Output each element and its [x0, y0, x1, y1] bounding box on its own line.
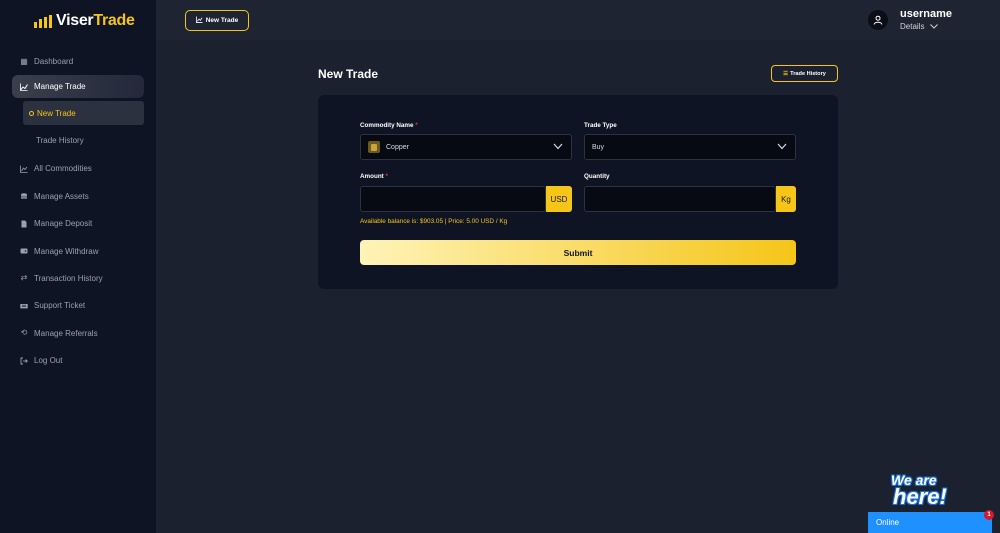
exchange-icon: ⇄	[20, 273, 28, 283]
sidebar-item-label: All Commodities	[34, 164, 92, 174]
sidebar: ViserTrade ▦ Dashboard Manage Trade New …	[0, 0, 156, 533]
circle-icon	[29, 110, 34, 116]
sidebar-item-label: Manage Deposit	[34, 219, 93, 229]
trade-type-selected-value: Buy	[592, 143, 605, 151]
amount-label: Amount *	[360, 173, 388, 180]
logout-icon	[20, 357, 28, 365]
quantity-input[interactable]	[584, 186, 776, 212]
sidebar-item-label: Dashboard	[34, 57, 74, 66]
brand-name-part2: Trade	[93, 12, 135, 29]
repeat-icon: ⟲	[20, 328, 28, 338]
grid-icon: ▦	[20, 56, 28, 66]
logo-bars-icon	[34, 14, 52, 28]
sidebar-item-label: Manage Trade	[34, 82, 86, 92]
trade-history-label: Trade History	[790, 70, 826, 77]
submit-button[interactable]: Submit	[360, 240, 796, 265]
chat-badge[interactable]: We are here!	[887, 472, 967, 512]
amount-input[interactable]	[360, 186, 546, 212]
commodity-select[interactable]: Copper	[360, 134, 572, 160]
trade-form-card: Commodity Name * Copper Trade Type Buy A…	[318, 95, 838, 289]
chat-notification-badge: 1	[984, 510, 994, 520]
commodity-selected-value: Copper	[386, 143, 409, 151]
user-menu[interactable]: username Details	[868, 8, 952, 31]
chat-status: Online	[876, 518, 900, 527]
sidebar-subitem-new-trade[interactable]: New Trade	[23, 101, 144, 126]
wallet-icon	[20, 247, 28, 255]
header-new-trade-button[interactable]: New Trade	[185, 10, 249, 31]
commodity-name-label: Commodity Name *	[360, 122, 418, 129]
user-details-toggle[interactable]: Details	[900, 22, 952, 31]
brand-name: ViserTrade	[56, 12, 135, 30]
coins-icon	[20, 192, 28, 200]
sidebar-item-manage-deposit[interactable]: Manage Deposit	[12, 210, 144, 237]
quantity-label: Quantity	[584, 173, 610, 180]
sidebar-item-manage-referrals[interactable]: ⟲ Manage Referrals	[12, 320, 144, 347]
copper-icon	[368, 141, 380, 153]
chevron-down-icon	[553, 143, 563, 150]
sidebar-item-all-commodities[interactable]: All Commodities	[12, 155, 144, 182]
sidebar-subitem-trade-history[interactable]: Trade History	[23, 125, 144, 155]
chart-line-icon	[20, 83, 28, 91]
sidebar-subitem-label: Trade History	[36, 135, 84, 145]
username: username	[900, 8, 952, 20]
header-new-trade-label: New Trade	[205, 17, 239, 24]
sidebar-item-log-out[interactable]: Log Out	[12, 347, 144, 374]
trade-history-button[interactable]: ☰ Trade History	[771, 65, 838, 82]
required-mark: *	[385, 173, 388, 180]
file-icon	[20, 220, 28, 228]
chart-line-icon	[195, 16, 203, 25]
ticket-icon	[20, 302, 28, 310]
user-info: username Details	[900, 8, 952, 31]
trade-type-select[interactable]: Buy	[584, 134, 796, 160]
sidebar-item-label: Manage Referrals	[34, 328, 98, 338]
balance-info: Available balance is: $903.05 | Price: 5…	[360, 218, 508, 225]
sidebar-item-transaction-history[interactable]: ⇄ Transaction History	[12, 265, 144, 292]
sidebar-item-label: Manage Assets	[34, 191, 89, 201]
sidebar-subitem-label: New Trade	[37, 108, 76, 118]
page-title: New Trade	[318, 67, 379, 81]
required-mark: *	[415, 122, 418, 129]
sidebar-item-label: Transaction History	[34, 273, 103, 283]
sidebar-item-manage-assets[interactable]: Manage Assets	[12, 183, 144, 210]
sidebar-item-label: Manage Withdraw	[34, 246, 99, 256]
manage-trade-submenu: New Trade Trade History	[23, 101, 144, 155]
chevron-down-icon	[930, 24, 939, 29]
sidebar-item-manage-withdraw[interactable]: Manage Withdraw	[12, 238, 144, 265]
sidebar-item-dashboard[interactable]: ▦ Dashboard	[12, 48, 144, 75]
brand-name-part1: Viser	[56, 12, 94, 29]
sidebar-nav: ▦ Dashboard Manage Trade New Trade Trade…	[12, 48, 144, 375]
brand-logo[interactable]: ViserTrade	[34, 12, 135, 30]
chat-badge-line2: here!	[893, 484, 947, 509]
amount-unit-addon: USD	[546, 186, 572, 212]
sidebar-item-support-ticket[interactable]: Support Ticket	[12, 292, 144, 319]
user-icon	[873, 15, 883, 25]
commodity-label-text: Commodity Name	[360, 122, 414, 129]
trade-type-label: Trade Type	[584, 122, 617, 129]
sidebar-item-label: Support Ticket	[34, 301, 86, 311]
chart-icon	[20, 165, 28, 173]
top-header: New Trade username Details	[156, 0, 1000, 40]
avatar[interactable]	[868, 9, 889, 30]
amount-label-text: Amount	[360, 173, 384, 180]
sidebar-item-manage-trade[interactable]: Manage Trade	[12, 75, 144, 99]
details-label: Details	[900, 22, 925, 31]
sidebar-item-label: Log Out	[34, 356, 63, 366]
chat-online-bar[interactable]: Online	[868, 512, 992, 533]
chevron-down-icon	[777, 143, 787, 150]
quantity-unit-addon: Kg	[776, 186, 796, 212]
list-icon: ☰	[783, 70, 789, 77]
